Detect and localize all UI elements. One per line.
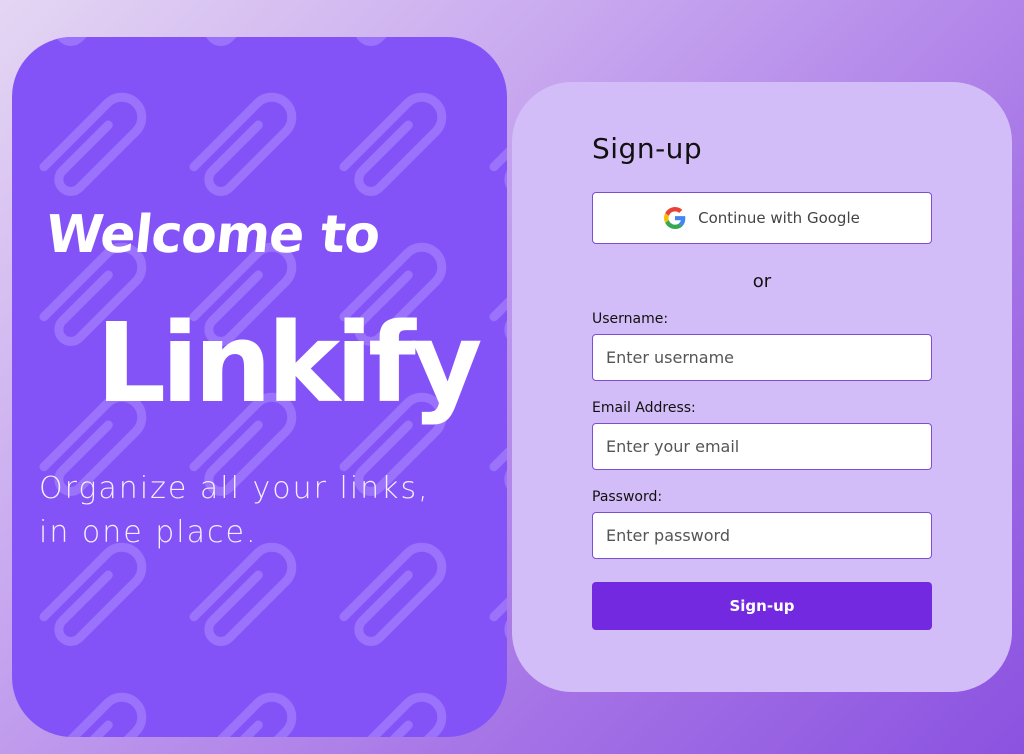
welcome-panel: Welcome to Linkify Organize all your lin… — [12, 37, 507, 737]
username-input[interactable] — [592, 334, 932, 381]
signup-submit-button[interactable]: Sign-up — [592, 582, 932, 630]
password-input[interactable] — [592, 512, 932, 559]
welcome-heading: Welcome to — [42, 205, 383, 265]
signup-card: Sign-up Continue with Google or Username… — [512, 82, 1012, 692]
tagline-line-2: in one place. — [39, 515, 258, 550]
google-button-label: Continue with Google — [698, 209, 860, 227]
google-logo-icon — [664, 207, 686, 229]
brand-logo-text: Linkify — [96, 299, 483, 427]
or-divider: or — [752, 271, 772, 292]
tagline: Organize all your links, in one place. — [39, 467, 459, 555]
email-input[interactable] — [592, 423, 932, 470]
tagline-line-1: Organize all your links, — [39, 471, 430, 506]
username-label: Username: — [592, 311, 669, 327]
form-title: Sign-up — [592, 132, 703, 165]
password-label: Password: — [592, 489, 663, 505]
email-label: Email Address: — [592, 400, 696, 416]
google-signin-button[interactable]: Continue with Google — [592, 192, 932, 244]
